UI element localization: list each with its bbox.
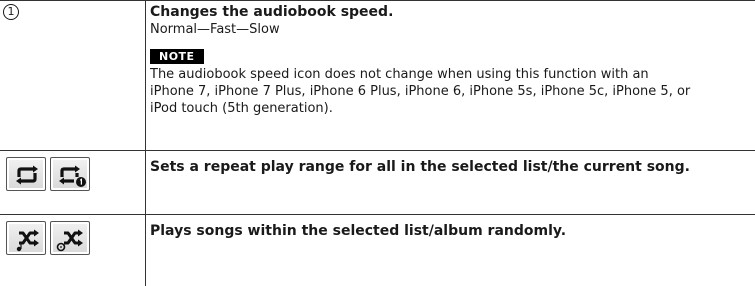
row-divider [0, 150, 755, 151]
circled-number-marker: 1 [3, 4, 19, 20]
row-divider [0, 214, 755, 215]
row-divider [0, 0, 755, 1]
speed-description: Changes the audiobook speed. Normal—Fast… [150, 4, 749, 117]
shuffle-description: Plays songs within the selected list/alb… [150, 223, 749, 240]
shuffle-title: Plays songs within the selected list/alb… [150, 223, 567, 239]
repeat-one-icon[interactable] [50, 157, 90, 191]
note-badge: NOTE [150, 49, 204, 64]
column-divider [145, 0, 146, 286]
speed-title: Changes the audiobook speed. [150, 4, 394, 20]
function-table: 1 Changes the audiobook speed. Normal—Fa… [0, 0, 755, 286]
speed-values: Normal—Fast—Slow [150, 22, 280, 37]
repeat-description: Sets a repeat play range for all in the … [150, 159, 749, 176]
note-line: iPod touch (5th generation). [150, 101, 333, 116]
repeat-all-icon[interactable] [6, 157, 46, 191]
note-line: The audiobook speed icon does not change… [150, 67, 649, 82]
shuffle-albums-icon[interactable] [50, 221, 90, 255]
note-line: iPhone 7, iPhone 7 Plus, iPhone 6 Plus, … [150, 84, 691, 99]
repeat-title: Sets a repeat play range for all in the … [150, 159, 690, 175]
shuffle-songs-icon[interactable] [6, 221, 46, 255]
